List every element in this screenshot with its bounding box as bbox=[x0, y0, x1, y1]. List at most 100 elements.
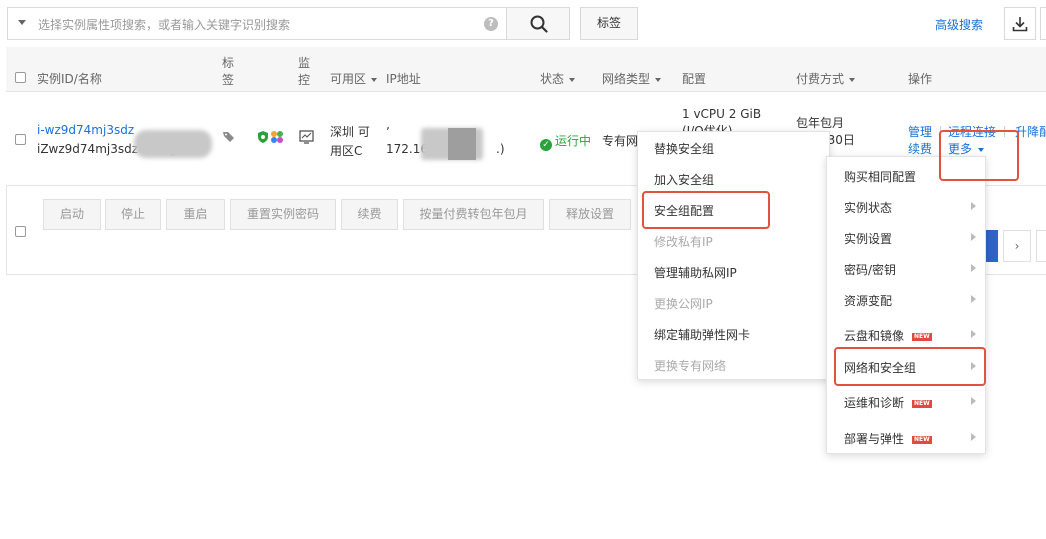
search-placeholder: 选择实例属性项搜索，或者输入关键字识别搜索 bbox=[38, 18, 291, 32]
security-shield-icon[interactable] bbox=[256, 130, 270, 144]
stop-button[interactable]: 停止 bbox=[105, 199, 161, 230]
header-tag-bottom: 签 bbox=[222, 73, 235, 87]
manage-link[interactable]: 管理 bbox=[908, 123, 932, 140]
security-group-config-highlight-box bbox=[642, 191, 770, 229]
header-zone-label: 可用区 bbox=[330, 72, 367, 86]
row-checkbox[interactable] bbox=[15, 134, 26, 145]
convert-billing-button[interactable]: 按量付费转包年包月 bbox=[403, 199, 544, 230]
header-config: 配置 bbox=[682, 72, 707, 86]
chevron-right-icon bbox=[971, 233, 976, 241]
start-button[interactable]: 启动 bbox=[43, 199, 101, 230]
more-menu-item-label: 运维和诊断 bbox=[844, 396, 905, 410]
ip-suffix: .) bbox=[496, 142, 505, 156]
new-badge: NEW bbox=[912, 400, 932, 408]
header-network[interactable]: 网络类型 bbox=[602, 70, 662, 87]
search-dropdown-icon[interactable] bbox=[18, 20, 26, 25]
header-zone[interactable]: 可用区 bbox=[330, 70, 378, 87]
more-menu-item-label: 云盘和镜像 bbox=[844, 329, 905, 343]
submenu-item[interactable]: 管理辅助私网IP bbox=[654, 264, 737, 281]
header-ip: IP地址 bbox=[386, 72, 421, 86]
network-type: 专有网 bbox=[602, 134, 639, 148]
redacted-name-blur bbox=[134, 130, 212, 158]
pagination-edge[interactable] bbox=[1036, 230, 1046, 262]
more-menu-item[interactable]: 密码/密钥 bbox=[844, 261, 984, 278]
header-billing-label: 付费方式 bbox=[796, 72, 845, 86]
chevron-right-icon bbox=[971, 397, 976, 405]
network-security-submenu: 替换安全组 加入安全组 安全组配置 修改私有IP 管理辅助私网IP 更换公网IP 绑定辅助弹… bbox=[637, 131, 830, 380]
restart-button[interactable]: 重启 bbox=[166, 199, 225, 230]
more-menu-item[interactable]: 实例状态 bbox=[844, 199, 984, 216]
more-menu-item[interactable]: 运维和诊断 NEW bbox=[844, 394, 984, 411]
download-button[interactable] bbox=[1004, 7, 1036, 40]
more-menu-item[interactable]: 实例设置 bbox=[844, 230, 984, 247]
table-header: 实例ID/名称 标 签 监 控 可用区 IP地址 状态 网络类型 配置 付费方式… bbox=[6, 47, 1046, 92]
chevron-right-icon bbox=[971, 433, 976, 441]
release-settings-button[interactable]: 释放设置 bbox=[549, 199, 631, 230]
monitor-chart-icon[interactable] bbox=[299, 130, 314, 144]
redacted-ip-block bbox=[448, 128, 476, 160]
select-all-checkbox[interactable] bbox=[15, 72, 26, 83]
more-menu-item-label: 实例状态 bbox=[844, 201, 893, 215]
zone-filter-caret-icon bbox=[371, 77, 378, 82]
submenu-item[interactable]: 替换安全组 bbox=[654, 140, 714, 157]
renew-link[interactable]: 续费 bbox=[908, 140, 932, 157]
more-menu-item[interactable]: 资源变配 bbox=[844, 292, 984, 309]
more-highlight-box bbox=[939, 130, 1019, 181]
billing-filter-caret-icon bbox=[849, 77, 856, 82]
chevron-right-icon bbox=[971, 202, 976, 210]
search-box[interactable]: 选择实例属性项搜索，或者输入关键字识别搜索 ? bbox=[7, 7, 507, 40]
upgrade-link[interactable]: 升降配 bbox=[1015, 123, 1046, 140]
header-actions: 操作 bbox=[908, 72, 933, 86]
search-button[interactable] bbox=[506, 7, 570, 40]
more-menu-item-label: 部署与弹性 bbox=[844, 432, 905, 446]
status-filter-caret-icon bbox=[569, 77, 576, 82]
chevron-right-icon bbox=[971, 295, 976, 303]
submenu-item[interactable]: 加入安全组 bbox=[654, 171, 714, 188]
check-circle-icon: ✓ bbox=[540, 139, 552, 151]
search-icon bbox=[530, 15, 548, 33]
os-logo-icon bbox=[271, 131, 283, 143]
status-running: ✓ 运行中 bbox=[540, 132, 591, 151]
ip-mark: ʼ bbox=[386, 125, 390, 139]
more-menu-item-label: 实例设置 bbox=[844, 232, 893, 246]
more-menu-item[interactable]: 部署与弹性 NEW bbox=[844, 430, 984, 447]
more-menu-item[interactable]: 云盘和镜像 NEW bbox=[844, 327, 984, 344]
header-status-label: 状态 bbox=[540, 72, 565, 86]
advanced-search-link[interactable]: 高级搜索 bbox=[935, 16, 983, 33]
chevron-right-icon bbox=[971, 264, 976, 272]
header-status[interactable]: 状态 bbox=[540, 70, 576, 87]
submenu-item: 更换专有网络 bbox=[654, 359, 727, 373]
zone-line-2: 用区C bbox=[330, 144, 363, 158]
renew-button[interactable]: 续费 bbox=[341, 199, 398, 230]
chevron-right-icon bbox=[971, 330, 976, 338]
batch-select-checkbox[interactable] bbox=[15, 226, 26, 237]
config-line-1: 1 vCPU 2 GiB bbox=[682, 107, 762, 121]
status-label: 运行中 bbox=[555, 134, 592, 148]
header-billing[interactable]: 付费方式 bbox=[796, 70, 856, 87]
more-menu-item-label: 购买相同配置 bbox=[844, 170, 917, 184]
header-monitor-bottom: 控 bbox=[298, 73, 311, 87]
tag-filter-button[interactable]: 标签 bbox=[580, 7, 638, 40]
header-tag-top: 标 bbox=[222, 56, 235, 70]
submenu-item[interactable]: 绑定辅助弹性网卡 bbox=[654, 326, 750, 343]
new-badge: NEW bbox=[912, 436, 932, 444]
header-network-label: 网络类型 bbox=[602, 72, 651, 86]
header-id-name: 实例ID/名称 bbox=[37, 72, 102, 86]
tag-icon[interactable] bbox=[222, 130, 236, 144]
instance-id-link[interactable]: i-wz9d74mj3sdz bbox=[37, 123, 134, 137]
pagination-next[interactable]: › bbox=[1003, 230, 1031, 262]
network-security-highlight-box bbox=[834, 347, 986, 386]
download-icon bbox=[1012, 17, 1028, 32]
submenu-item: 更换公网IP bbox=[654, 297, 713, 311]
more-menu-item-label: 密码/密钥 bbox=[844, 263, 897, 277]
help-icon[interactable]: ? bbox=[484, 17, 498, 31]
settings-button[interactable] bbox=[1040, 7, 1046, 40]
reset-password-button[interactable]: 重置实例密码 bbox=[230, 199, 336, 230]
network-filter-caret-icon bbox=[655, 77, 662, 82]
new-badge: NEW bbox=[912, 333, 932, 341]
header-monitor-top: 监 bbox=[298, 56, 311, 70]
more-menu-item-label: 资源变配 bbox=[844, 294, 893, 308]
zone-line-1: 深圳 可 bbox=[330, 125, 370, 139]
more-actions-menu: 购买相同配置 实例状态 实例设置 密码/密钥 资源变配 云盘和镜像 NEW 网络和安全组 运维和… bbox=[826, 156, 986, 454]
billing-line-1: 包年包月 bbox=[796, 116, 845, 130]
